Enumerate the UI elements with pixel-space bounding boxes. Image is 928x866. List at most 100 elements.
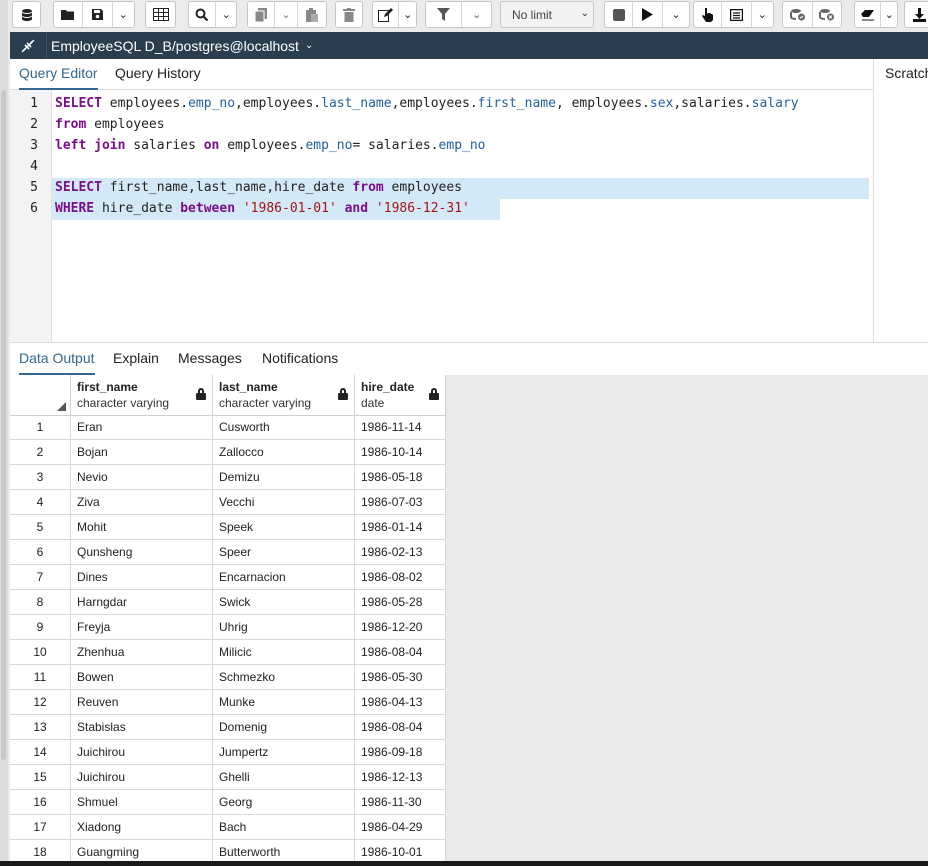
table-cell[interactable]: Shmuel: [71, 790, 213, 814]
table-row[interactable]: 7 Dines Encarnacion 1986-08-02: [10, 565, 446, 590]
table-cell[interactable]: Schmezko: [213, 665, 355, 689]
table-cell[interactable]: 1986-05-30: [355, 665, 446, 689]
table-cell[interactable]: Bojan: [71, 440, 213, 464]
copy-icon[interactable]: [248, 2, 274, 27]
table-row[interactable]: 3 Nevio Demizu 1986-05-18: [10, 465, 446, 490]
row-limit-select[interactable]: No limit ⌄: [500, 1, 594, 28]
table-cell[interactable]: 1986-10-14: [355, 440, 446, 464]
table-row[interactable]: 11 Bowen Schmezko 1986-05-30: [10, 665, 446, 690]
table-cell[interactable]: Juichirou: [71, 740, 213, 764]
explain-dropdown-icon[interactable]: ⌄: [750, 2, 773, 27]
table-cell[interactable]: Zallocco: [213, 440, 355, 464]
table-cell[interactable]: 1986-02-13: [355, 540, 446, 564]
commit-icon[interactable]: [783, 2, 812, 27]
table-row[interactable]: 8 Harngdar Swick 1986-05-28: [10, 590, 446, 615]
table-cell[interactable]: Swick: [213, 590, 355, 614]
clear-icon[interactable]: [855, 2, 880, 27]
table-cell[interactable]: Uhrig: [213, 615, 355, 639]
table-cell[interactable]: Bach: [213, 815, 355, 839]
tab-query-editor[interactable]: Query Editor: [19, 59, 98, 90]
table-cell[interactable]: Encarnacion: [213, 565, 355, 589]
connection-status-icon[interactable]: [10, 32, 47, 59]
table-cell[interactable]: Juichirou: [71, 765, 213, 789]
table-cell[interactable]: Stabislas: [71, 715, 213, 739]
table-cell[interactable]: Speer: [213, 540, 355, 564]
table-row[interactable]: 10 Zhenhua Milicic 1986-08-04: [10, 640, 446, 665]
table-cell[interactable]: Ghelli: [213, 765, 355, 789]
table-cell[interactable]: 1986-04-13: [355, 690, 446, 714]
table-cell[interactable]: Reuven: [71, 690, 213, 714]
table-cell[interactable]: Milicic: [213, 640, 355, 664]
stop-icon[interactable]: [605, 2, 632, 27]
column-header-last-name[interactable]: last_name character varying: [213, 375, 355, 415]
paste-icon[interactable]: [296, 2, 326, 27]
edit-dropdown-icon[interactable]: ⌄: [398, 2, 416, 27]
table-row[interactable]: 14 Juichirou Jumpertz 1986-09-18: [10, 740, 446, 765]
table-cell[interactable]: Bowen: [71, 665, 213, 689]
search-dropdown-icon[interactable]: ⌄: [215, 2, 236, 27]
table-cell[interactable]: Ziva: [71, 490, 213, 514]
copy-dropdown-icon[interactable]: ⌄: [274, 2, 296, 27]
table-cell[interactable]: 1986-04-29: [355, 815, 446, 839]
table-cell[interactable]: Harngdar: [71, 590, 213, 614]
table-cell[interactable]: Freyja: [71, 615, 213, 639]
table-cell[interactable]: Domenig: [213, 715, 355, 739]
table-row[interactable]: 9 Freyja Uhrig 1986-12-20: [10, 615, 446, 640]
rollback-icon[interactable]: [812, 2, 841, 27]
table-cell[interactable]: 1986-08-04: [355, 715, 446, 739]
clear-dropdown-icon[interactable]: ⌄: [880, 2, 897, 27]
column-header-hire-date[interactable]: hire_date date: [355, 375, 446, 415]
explain-icon[interactable]: [721, 2, 750, 27]
table-row[interactable]: 5 Mohit Speek 1986-01-14: [10, 515, 446, 540]
data-output-grid[interactable]: first_name character varying last_name c…: [10, 375, 928, 866]
save-dropdown-icon[interactable]: ⌄: [111, 2, 134, 27]
table-cell[interactable]: 1986-01-14: [355, 515, 446, 539]
table-cell[interactable]: 1986-12-13: [355, 765, 446, 789]
table-cell[interactable]: 1986-12-20: [355, 615, 446, 639]
table-row[interactable]: 6 Qunsheng Speer 1986-02-13: [10, 540, 446, 565]
left-scrollbar[interactable]: [0, 0, 8, 866]
tab-explain[interactable]: Explain: [113, 344, 159, 373]
table-cell[interactable]: Eran: [71, 415, 213, 439]
table-cell[interactable]: Munke: [213, 690, 355, 714]
table-cell[interactable]: 1986-08-02: [355, 565, 446, 589]
tab-messages[interactable]: Messages: [178, 344, 242, 373]
table-cell[interactable]: 1986-11-14: [355, 415, 446, 439]
table-cell[interactable]: Dines: [71, 565, 213, 589]
table-row[interactable]: 13 Stabislas Domenig 1986-08-04: [10, 715, 446, 740]
table-view-button[interactable]: [145, 1, 176, 28]
table-cell[interactable]: Cusworth: [213, 415, 355, 439]
execute-dropdown-icon[interactable]: ⌄: [662, 2, 689, 27]
tab-query-history[interactable]: Query History: [115, 59, 201, 88]
search-icon[interactable]: [189, 2, 215, 27]
filter-icon[interactable]: [426, 2, 461, 27]
table-cell[interactable]: Nevio: [71, 465, 213, 489]
table-cell[interactable]: Mohit: [71, 515, 213, 539]
table-cell[interactable]: Speek: [213, 515, 355, 539]
edit-icon[interactable]: [373, 2, 398, 27]
table-row[interactable]: 17 Xiadong Bach 1986-04-29: [10, 815, 446, 840]
filter-dropdown-icon[interactable]: ⌄: [461, 2, 491, 27]
tab-notifications[interactable]: Notifications: [262, 344, 338, 373]
table-cell[interactable]: 1986-11-30: [355, 790, 446, 814]
cursor-icon[interactable]: [694, 2, 721, 27]
table-row[interactable]: 12 Reuven Munke 1986-04-13: [10, 690, 446, 715]
save-icon[interactable]: [82, 2, 111, 27]
tab-data-output[interactable]: Data Output: [19, 344, 95, 375]
table-row[interactable]: 1 Eran Cusworth 1986-11-14: [10, 415, 446, 440]
database-button[interactable]: [12, 1, 41, 28]
scrollbar-thumb[interactable]: [1, 90, 6, 760]
open-file-icon[interactable]: [54, 2, 82, 27]
table-cell[interactable]: 1986-05-28: [355, 590, 446, 614]
scratch-pad-panel[interactable]: Scratch: [873, 59, 928, 342]
download-button[interactable]: [904, 1, 928, 28]
table-cell[interactable]: Demizu: [213, 465, 355, 489]
table-cell[interactable]: 1986-09-18: [355, 740, 446, 764]
table-cell[interactable]: 1986-07-03: [355, 490, 446, 514]
table-cell[interactable]: Vecchi: [213, 490, 355, 514]
table-cell[interactable]: Xiadong: [71, 815, 213, 839]
table-row[interactable]: 4 Ziva Vecchi 1986-07-03: [10, 490, 446, 515]
execute-icon[interactable]: [632, 2, 662, 27]
table-cell[interactable]: 1986-05-18: [355, 465, 446, 489]
table-row[interactable]: 15 Juichirou Ghelli 1986-12-13: [10, 765, 446, 790]
